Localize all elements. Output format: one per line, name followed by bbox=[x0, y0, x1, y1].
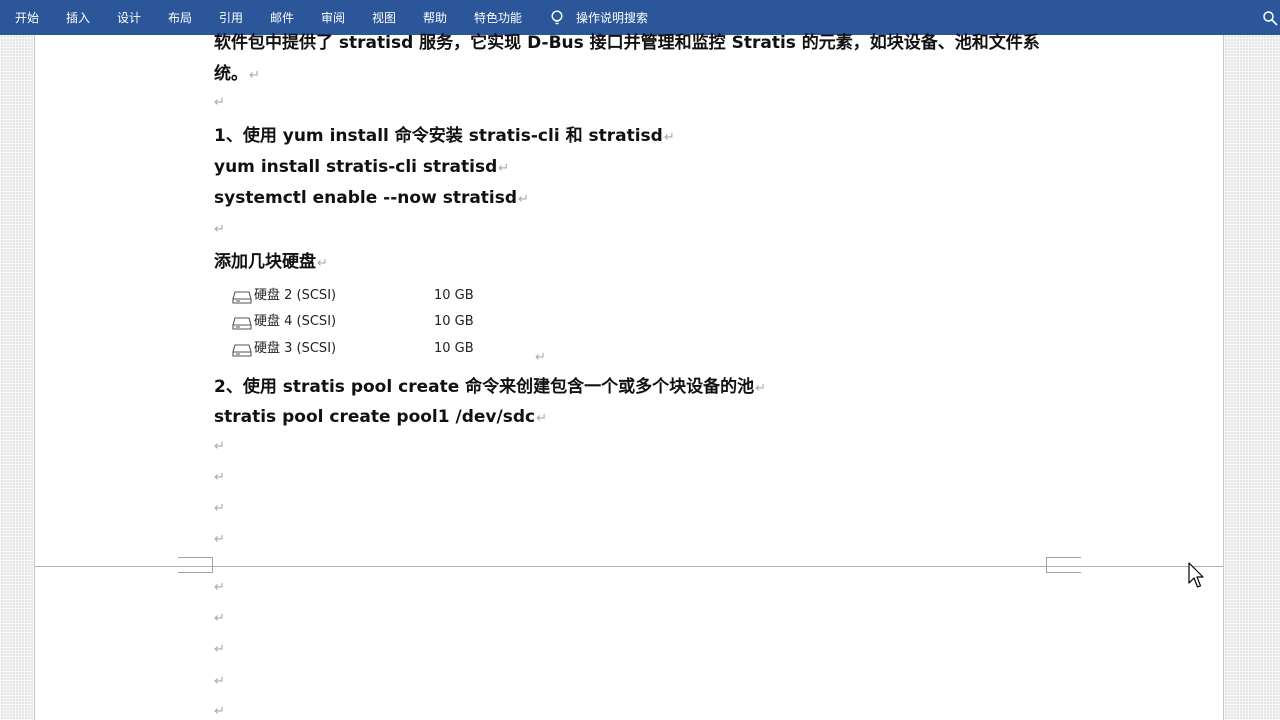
paragraph-mark: ↵ bbox=[518, 192, 529, 207]
tab-design[interactable]: 设计 bbox=[117, 10, 141, 26]
search-icon[interactable] bbox=[1262, 10, 1278, 27]
intro-paragraph-line2: 统。↵ bbox=[214, 64, 260, 84]
paragraph-mark: ↵ bbox=[663, 130, 675, 145]
paragraph-mark: ↵ bbox=[214, 222, 225, 237]
paragraph-mark: ↵ bbox=[535, 350, 546, 365]
paragraph-mark: ↵ bbox=[214, 470, 225, 485]
disk-size: 10 GB bbox=[434, 288, 474, 303]
paragraph-mark: ↵ bbox=[214, 704, 225, 719]
paragraph-mark: ↵ bbox=[249, 68, 260, 83]
paragraph-mark: ↵ bbox=[214, 95, 225, 110]
hard-disk-icon bbox=[232, 291, 252, 304]
paragraph-mark: ↵ bbox=[755, 381, 767, 396]
document-page[interactable]: 软件包中提供了 stratisd 服务，它实现 D-Bus 接口并管理和监控 S… bbox=[34, 33, 1224, 720]
margin-corner-right bbox=[1046, 557, 1081, 573]
hard-disk-icon bbox=[232, 317, 252, 330]
ribbon-tab-bar: 开始 插入 设计 布局 引用 邮件 审阅 视图 帮助 特色功能 操作说明搜索 bbox=[0, 0, 1280, 35]
disk-size: 10 GB bbox=[434, 314, 474, 329]
paragraph-mark: ↵ bbox=[214, 611, 225, 626]
command-stratis-pool-create: stratis pool create pool1 /dev/sdc↵ bbox=[214, 407, 547, 427]
disk-name: 硬盘 3 (SCSI) bbox=[254, 341, 337, 356]
paragraph-mark: ↵ bbox=[317, 256, 328, 271]
page-break-line bbox=[35, 566, 1223, 567]
disk-name: 硬盘 2 (SCSI) bbox=[254, 288, 337, 303]
step2-heading: 2、使用 stratis pool create 命令来创建包含一个或多个块设备… bbox=[214, 377, 767, 397]
paragraph-mark: ↵ bbox=[214, 439, 225, 454]
intro-paragraph-line1: 软件包中提供了 stratisd 服务，它实现 D-Bus 接口并管理和监控 S… bbox=[214, 33, 1040, 53]
paragraph-mark: ↵ bbox=[498, 161, 510, 176]
margin-corner-left bbox=[178, 557, 213, 573]
command-systemctl-enable: systemctl enable --now stratisd↵ bbox=[214, 188, 529, 208]
tab-special-features[interactable]: 特色功能 bbox=[474, 10, 522, 26]
tab-help[interactable]: 帮助 bbox=[423, 10, 447, 26]
tab-layout[interactable]: 布局 bbox=[168, 10, 192, 26]
paragraph-mark: ↵ bbox=[214, 501, 225, 516]
tab-insert[interactable]: 插入 bbox=[66, 10, 90, 26]
tab-references[interactable]: 引用 bbox=[219, 10, 243, 26]
disk-size: 10 GB bbox=[434, 341, 474, 356]
tab-mailings[interactable]: 邮件 bbox=[270, 10, 294, 26]
mouse-pointer-icon bbox=[1188, 562, 1204, 588]
lightbulb-icon[interactable] bbox=[549, 10, 565, 27]
add-disks-heading: 添加几块硬盘↵ bbox=[214, 252, 328, 272]
tell-me-search[interactable]: 操作说明搜索 bbox=[576, 10, 648, 26]
paragraph-mark: ↵ bbox=[214, 642, 225, 657]
paragraph-mark: ↵ bbox=[214, 674, 225, 689]
paragraph-mark: ↵ bbox=[214, 532, 225, 547]
tab-view[interactable]: 视图 bbox=[372, 10, 396, 26]
tab-review[interactable]: 审阅 bbox=[321, 10, 345, 26]
paragraph-mark: ↵ bbox=[536, 411, 547, 426]
paragraph-mark: ↵ bbox=[214, 580, 225, 595]
command-yum-install: yum install stratis-cli stratisd↵ bbox=[214, 157, 510, 177]
disk-name: 硬盘 4 (SCSI) bbox=[254, 314, 337, 329]
tab-home[interactable]: 开始 bbox=[15, 10, 39, 26]
hard-disk-icon bbox=[232, 344, 252, 357]
step1-heading: 1、使用 yum install 命令安装 stratis-cli 和 stra… bbox=[214, 126, 675, 146]
